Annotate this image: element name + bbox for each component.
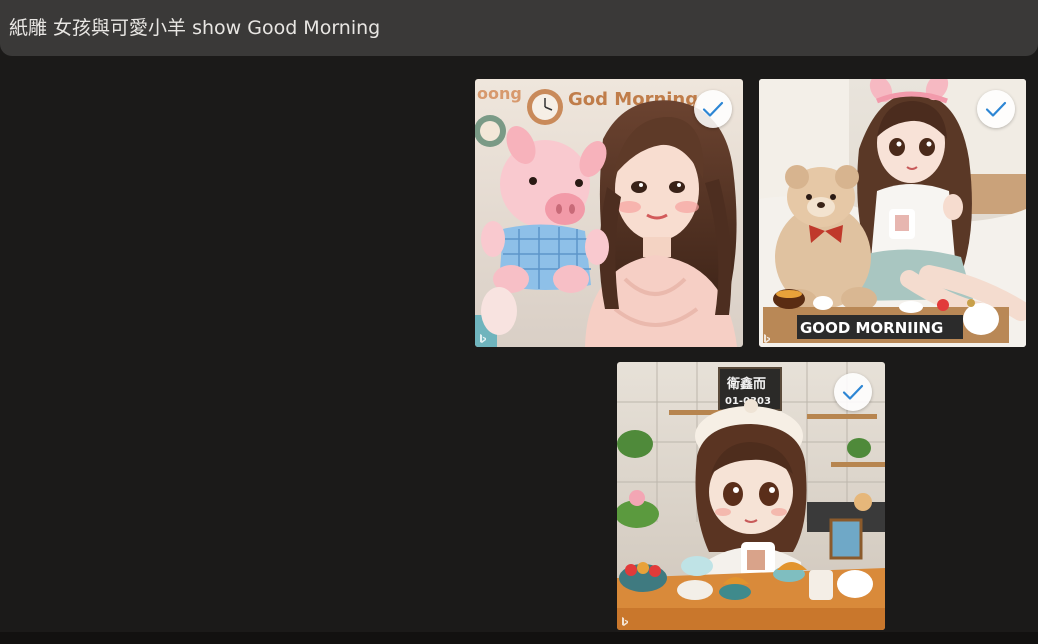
result-image-2[interactable]: GOOD MORNIING	[759, 79, 1026, 347]
bing-watermark-icon	[622, 617, 628, 626]
select-toggle-1[interactable]	[694, 90, 732, 128]
select-toggle-3[interactable]	[834, 373, 872, 411]
board-line-1: 衛鑫而	[726, 376, 766, 392]
result-image-3[interactable]: 衛鑫而 01-0303	[617, 362, 885, 630]
wall-sign-partial: oong	[477, 84, 522, 103]
prompt-text[interactable]: 紙雕 女孩與可愛小羊 show Good Morning	[9, 15, 380, 41]
result-image-1[interactable]: God Morning oong	[475, 79, 743, 347]
check-icon	[842, 384, 864, 400]
bottom-strip	[0, 632, 1038, 644]
tray-sign-text: GOOD MORNIING	[800, 319, 943, 337]
check-icon	[702, 101, 724, 117]
prompt-bar: 紙雕 女孩與可愛小羊 show Good Morning	[0, 0, 1038, 56]
select-toggle-2[interactable]	[977, 90, 1015, 128]
check-icon	[985, 101, 1007, 117]
bing-watermark-icon	[764, 334, 770, 343]
bing-watermark-icon	[480, 334, 486, 343]
